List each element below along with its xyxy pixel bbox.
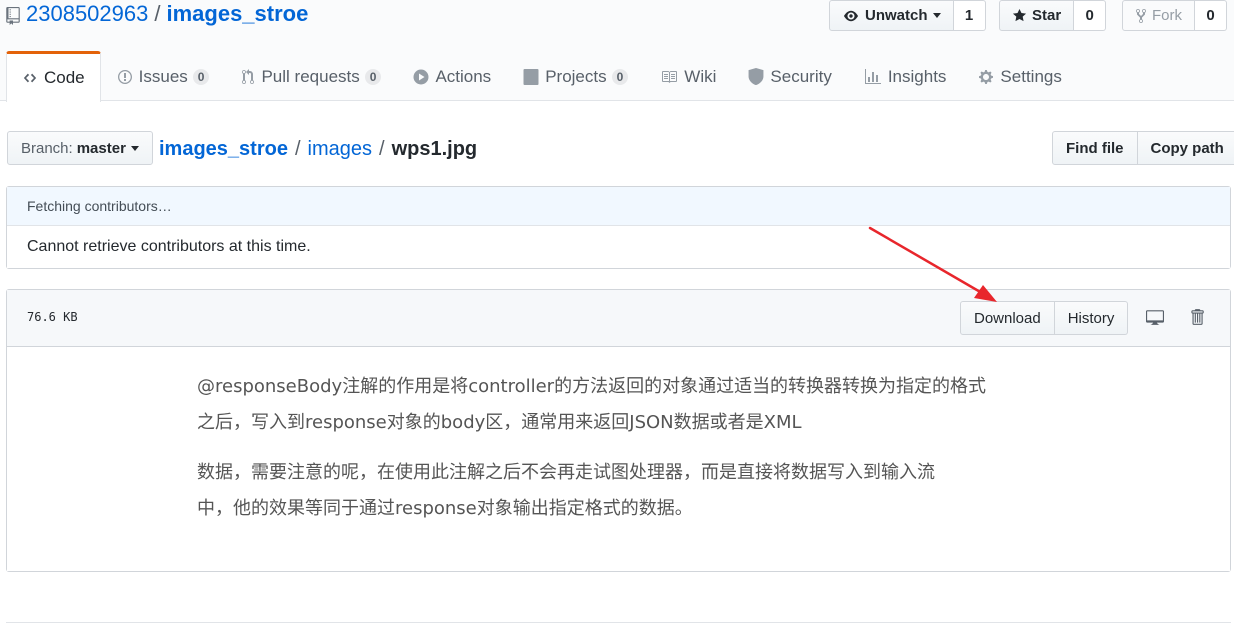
fork-label: Fork xyxy=(1152,7,1182,24)
pull-request-icon xyxy=(241,68,255,85)
contributors-box: Fetching contributors… Cannot retrieve c… xyxy=(6,186,1231,269)
branch-label: Branch: xyxy=(21,139,73,157)
tab-issues-label: Issues xyxy=(138,66,188,86)
star-button[interactable]: Star xyxy=(999,0,1075,31)
tab-pull-requests-label: Pull requests xyxy=(261,66,360,86)
chevron-down-icon xyxy=(130,145,139,151)
breadcrumb-separator: / xyxy=(294,137,301,160)
fork-action: Fork 0 xyxy=(1122,0,1227,31)
star-label: Star xyxy=(1032,7,1062,24)
repo-nav-tabs: Code Issues 0 Pull requests 0 Actions Pr… xyxy=(6,51,1078,102)
repo-owner-link[interactable]: 2308502963 xyxy=(26,1,148,27)
copy-path-button[interactable]: Copy path xyxy=(1137,131,1234,165)
history-button[interactable]: History xyxy=(1054,301,1129,335)
issue-icon xyxy=(117,69,133,85)
fork-button[interactable]: Fork xyxy=(1122,0,1195,31)
tab-issues[interactable]: Issues 0 xyxy=(101,51,226,101)
file-header: 76.6 KB Download History xyxy=(7,290,1230,347)
repo-title: 2308502963 / images_stroe xyxy=(6,0,308,28)
tab-wiki-label: Wiki xyxy=(684,66,717,86)
breadcrumb-file-name: wps1.jpg xyxy=(391,137,478,160)
watch-count[interactable]: 1 xyxy=(953,0,986,31)
repo-header: 2308502963 / images_stroe Unwatch 1 Star… xyxy=(0,0,1234,102)
tab-projects[interactable]: Projects 0 xyxy=(507,51,644,101)
desktop-icon[interactable] xyxy=(1143,305,1167,329)
preview-image-text: @responseBody注解的作用是将controller的方法返回的对象通过… xyxy=(197,369,1067,541)
tab-code[interactable]: Code xyxy=(6,51,101,102)
tab-pull-requests[interactable]: Pull requests 0 xyxy=(225,51,397,101)
projects-count-badge: 0 xyxy=(611,68,629,85)
breadcrumb-separator: / xyxy=(379,137,385,160)
branch-select[interactable]: Branch: master xyxy=(7,131,153,165)
file-action-buttons: Download History xyxy=(960,301,1129,335)
tab-settings-label: Settings xyxy=(1000,66,1062,86)
pull-requests-count-badge: 0 xyxy=(364,68,382,85)
fork-icon xyxy=(1135,8,1147,24)
fork-count[interactable]: 0 xyxy=(1195,0,1227,31)
eye-icon xyxy=(842,9,860,23)
tab-insights-label: Insights xyxy=(887,66,947,86)
play-icon xyxy=(413,69,429,85)
tab-actions[interactable]: Actions xyxy=(397,51,507,101)
gear-icon xyxy=(978,69,994,85)
file-box: 76.6 KB Download History @responseBody注解… xyxy=(6,289,1231,572)
shield-icon xyxy=(748,68,764,85)
breadcrumb-folder-link[interactable]: images xyxy=(308,138,372,161)
image-text-line: 之后，写入到response对象的body区，通常用来返回JSON数据或者是XM… xyxy=(197,412,802,433)
tab-code-label: Code xyxy=(44,68,85,87)
find-file-button[interactable]: Find file xyxy=(1052,131,1138,165)
unwatch-button[interactable]: Unwatch xyxy=(829,0,954,31)
code-icon xyxy=(22,71,38,85)
book-icon xyxy=(660,69,678,85)
file-nav-buttons: Find file Copy path xyxy=(1052,131,1234,165)
file-size: 76.6 KB xyxy=(27,310,78,324)
tab-security[interactable]: Security xyxy=(732,51,847,101)
fetching-contributors-text: Fetching contributors… xyxy=(7,187,1230,226)
repo-icon xyxy=(6,5,20,25)
watch-action: Unwatch 1 xyxy=(829,0,986,31)
repo-title-separator: / xyxy=(154,1,161,26)
branch-value: master xyxy=(76,139,126,157)
tab-security-label: Security xyxy=(770,66,832,86)
contributors-error-text: Cannot retrieve contributors at this tim… xyxy=(7,226,1230,268)
tab-wiki[interactable]: Wiki xyxy=(644,51,732,101)
breadcrumb-repo-link[interactable]: images_stroe xyxy=(159,138,288,161)
star-count[interactable]: 0 xyxy=(1074,0,1107,31)
star-action: Star 0 xyxy=(999,0,1107,31)
page-divider xyxy=(6,622,1231,623)
tab-actions-label: Actions xyxy=(435,66,492,86)
issues-count-badge: 0 xyxy=(192,68,210,85)
project-icon xyxy=(523,68,539,85)
repo-name-link[interactable]: images_stroe xyxy=(166,1,308,27)
download-button[interactable]: Download xyxy=(960,301,1055,335)
chevron-down-icon xyxy=(932,13,941,18)
image-text-line: 数据，需要注意的呢，在使用此注解之后不会再走试图处理器，而是直接将数据写入到输入… xyxy=(197,462,935,483)
image-text-line: @responseBody注解的作用是将controller的方法返回的对象通过… xyxy=(197,376,987,397)
tab-insights[interactable]: Insights xyxy=(848,51,963,101)
trash-icon[interactable] xyxy=(1185,305,1209,329)
tab-settings[interactable]: Settings xyxy=(962,51,1077,101)
tab-projects-label: Projects xyxy=(545,66,607,86)
unwatch-label: Unwatch xyxy=(865,7,928,24)
image-text-line: 中，他的效果等同于通过response对象输出指定格式的数据。 xyxy=(197,498,693,519)
star-icon xyxy=(1012,8,1027,23)
breadcrumb: images_stroe / images / wps1.jpg xyxy=(159,135,477,163)
graph-icon xyxy=(864,68,882,85)
image-preview: @responseBody注解的作用是将controller的方法返回的对象通过… xyxy=(7,347,1230,571)
